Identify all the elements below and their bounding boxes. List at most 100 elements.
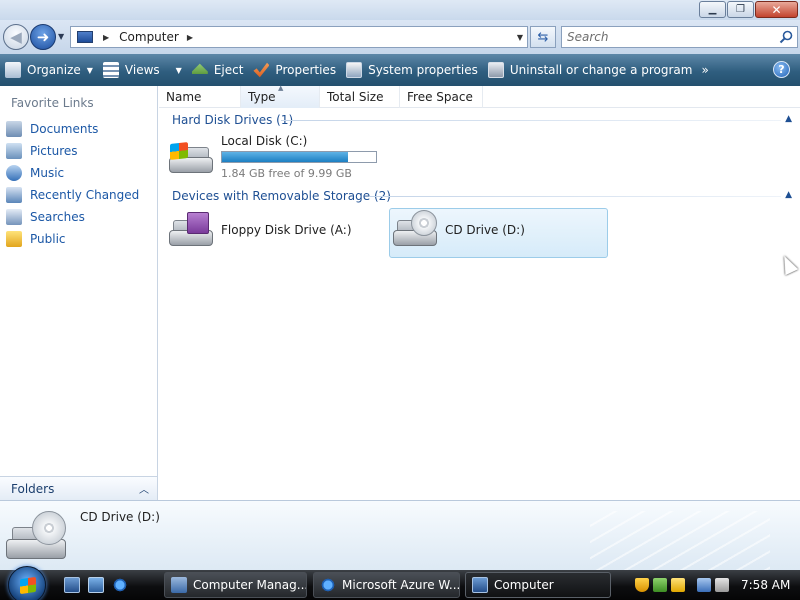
breadcrumb-computer[interactable]: Computer (119, 30, 179, 44)
address-row: ◀ ➜ ▼ ▶ Computer ▶ ▼ ⇆ (0, 20, 800, 54)
public-folder-icon (6, 231, 22, 247)
properties-checkmark-icon (253, 62, 270, 78)
switch-windows-icon[interactable] (88, 577, 104, 593)
file-list-pane: Name ▲ Type Total Size Free Space Hard D… (159, 84, 800, 500)
restore-icon: ❐ (736, 3, 745, 15)
favorite-link-label: Recently Changed (30, 188, 140, 202)
details-decoration (590, 511, 770, 570)
taskbar-button-microsoft-azure[interactable]: Microsoft Azure W... (313, 572, 460, 598)
address-dropdown-icon[interactable]: ▼ (517, 33, 523, 42)
details-pane: CD Drive (D:) (0, 500, 800, 570)
recent-pages-dropdown[interactable]: ▼ (58, 32, 64, 41)
column-header-type-label: Type (248, 90, 276, 104)
drive-name: Local Disk (C:) (221, 134, 308, 148)
favorite-link-music[interactable]: Music (6, 162, 139, 184)
favorite-link-public[interactable]: Public (6, 228, 139, 250)
search-icon[interactable] (779, 30, 793, 44)
views-label: Views (124, 63, 160, 77)
maximize-button[interactable]: ❐ (727, 1, 754, 18)
capacity-bar (221, 151, 377, 163)
close-button[interactable]: ✕ (755, 1, 798, 18)
folders-label: Folders (11, 481, 55, 496)
refresh-icon: ⇆ (537, 29, 549, 45)
forward-arrow-icon: ➜ (36, 28, 50, 46)
internet-explorer-icon[interactable] (112, 577, 128, 593)
organize-label: Organize (27, 63, 81, 77)
help-button[interactable]: ? (773, 61, 790, 78)
search-input[interactable] (567, 30, 767, 44)
windows-update-icon[interactable] (671, 578, 685, 592)
details-item-name: CD Drive (D:) (80, 510, 160, 524)
eject-button[interactable]: Eject (187, 58, 249, 82)
security-shield-icon[interactable] (635, 578, 649, 592)
system-tray: 7:58 AM (627, 572, 800, 598)
favorite-link-documents[interactable]: Documents (6, 118, 139, 140)
folders-toggle[interactable]: Folders ︿ (0, 476, 157, 500)
taskbar: Computer Manag... Microsoft Azure W... C… (0, 566, 800, 600)
forward-button[interactable]: ➜ (30, 24, 56, 50)
favorite-link-searches[interactable]: Searches (6, 206, 139, 228)
navigation-pane: Favorite Links Documents Pictures Music … (0, 86, 158, 500)
taskbar-button-computer[interactable]: Computer (465, 572, 611, 598)
floppy-drive-icon (167, 210, 215, 250)
start-button[interactable] (8, 566, 46, 600)
column-headers: Name ▲ Type Total Size Free Space (159, 84, 800, 108)
taskbar-button-label: Microsoft Azure W... (342, 578, 460, 592)
command-bar: Organize ▼ Views ▼ Eject Properties Syst… (0, 54, 800, 86)
more-commands-button[interactable]: » (701, 63, 708, 77)
chevron-up-icon: ︿ (139, 485, 149, 496)
refresh-button[interactable]: ⇆ (530, 26, 556, 48)
uninstall-program-button[interactable]: Uninstall or change a program (483, 58, 698, 82)
favorite-link-label: Documents (30, 122, 99, 136)
favorite-links-list: Documents Pictures Music Recently Change… (6, 118, 139, 250)
favorite-link-label: Pictures (30, 144, 78, 158)
volume-muted-icon[interactable] (715, 578, 729, 592)
help-icon: ? (778, 63, 785, 76)
back-button[interactable]: ◀ (3, 24, 29, 50)
recently-changed-icon (6, 187, 22, 203)
address-bar[interactable]: ▶ Computer ▶ ▼ (70, 26, 528, 48)
properties-label: Properties (275, 63, 337, 77)
drive-cd-d[interactable]: CD Drive (D:) (391, 210, 525, 250)
minimize-icon: ▁ (708, 3, 717, 15)
group-header-hard-disks[interactable]: Hard Disk Drives (1) (172, 112, 293, 128)
search-box (561, 26, 798, 48)
properties-button[interactable]: Properties (248, 58, 341, 82)
views-button[interactable]: Views ▼ (98, 58, 187, 82)
pictures-icon (6, 143, 22, 159)
minimize-button[interactable]: ▁ (699, 1, 726, 18)
column-header-total-size[interactable]: Total Size (320, 86, 400, 108)
taskbar-button-computer-management[interactable]: Computer Manag... (164, 572, 307, 598)
computer-management-icon (171, 577, 187, 593)
windows-security-icon[interactable] (653, 578, 667, 592)
column-header-name[interactable]: Name (159, 86, 241, 108)
drive-local-disk-c[interactable]: Local Disk (C:) 1.84 GB free of 9.99 GB (167, 134, 377, 180)
organize-button[interactable]: Organize ▼ (0, 58, 98, 82)
organize-icon (5, 62, 21, 78)
favorite-link-label: Searches (30, 210, 85, 224)
hard-disk-icon (167, 137, 215, 177)
breadcrumb-chevron-icon[interactable]: ▶ (103, 33, 109, 42)
column-header-type[interactable]: ▲ Type (241, 84, 320, 108)
favorite-links-heading: Favorite Links (11, 96, 94, 110)
music-icon (6, 165, 22, 181)
breadcrumb-chevron-icon[interactable]: ▶ (187, 33, 193, 42)
system-properties-button[interactable]: System properties (341, 58, 483, 82)
clock[interactable]: 7:58 AM (741, 578, 790, 592)
group-header-removable-storage[interactable]: Devices with Removable Storage (2) (172, 188, 391, 204)
network-icon[interactable] (697, 578, 711, 592)
drive-free-space: 1.84 GB free of 9.99 GB (221, 167, 352, 180)
internet-explorer-icon (320, 577, 336, 593)
taskbar-button-label: Computer Manag... (193, 578, 307, 592)
show-desktop-icon[interactable] (64, 577, 80, 593)
computer-icon (472, 577, 488, 593)
favorite-link-recently-changed[interactable]: Recently Changed (6, 184, 139, 206)
drive-floppy-a[interactable]: Floppy Disk Drive (A:) (167, 210, 352, 250)
collapse-group-icon[interactable]: ▲ (785, 190, 792, 200)
collapse-group-icon[interactable]: ▲ (785, 114, 792, 124)
capacity-bar-fill (222, 152, 348, 162)
column-header-free-space[interactable]: Free Space (400, 86, 483, 108)
favorite-link-label: Music (30, 166, 65, 180)
cd-drive-icon (391, 210, 439, 250)
favorite-link-pictures[interactable]: Pictures (6, 140, 139, 162)
